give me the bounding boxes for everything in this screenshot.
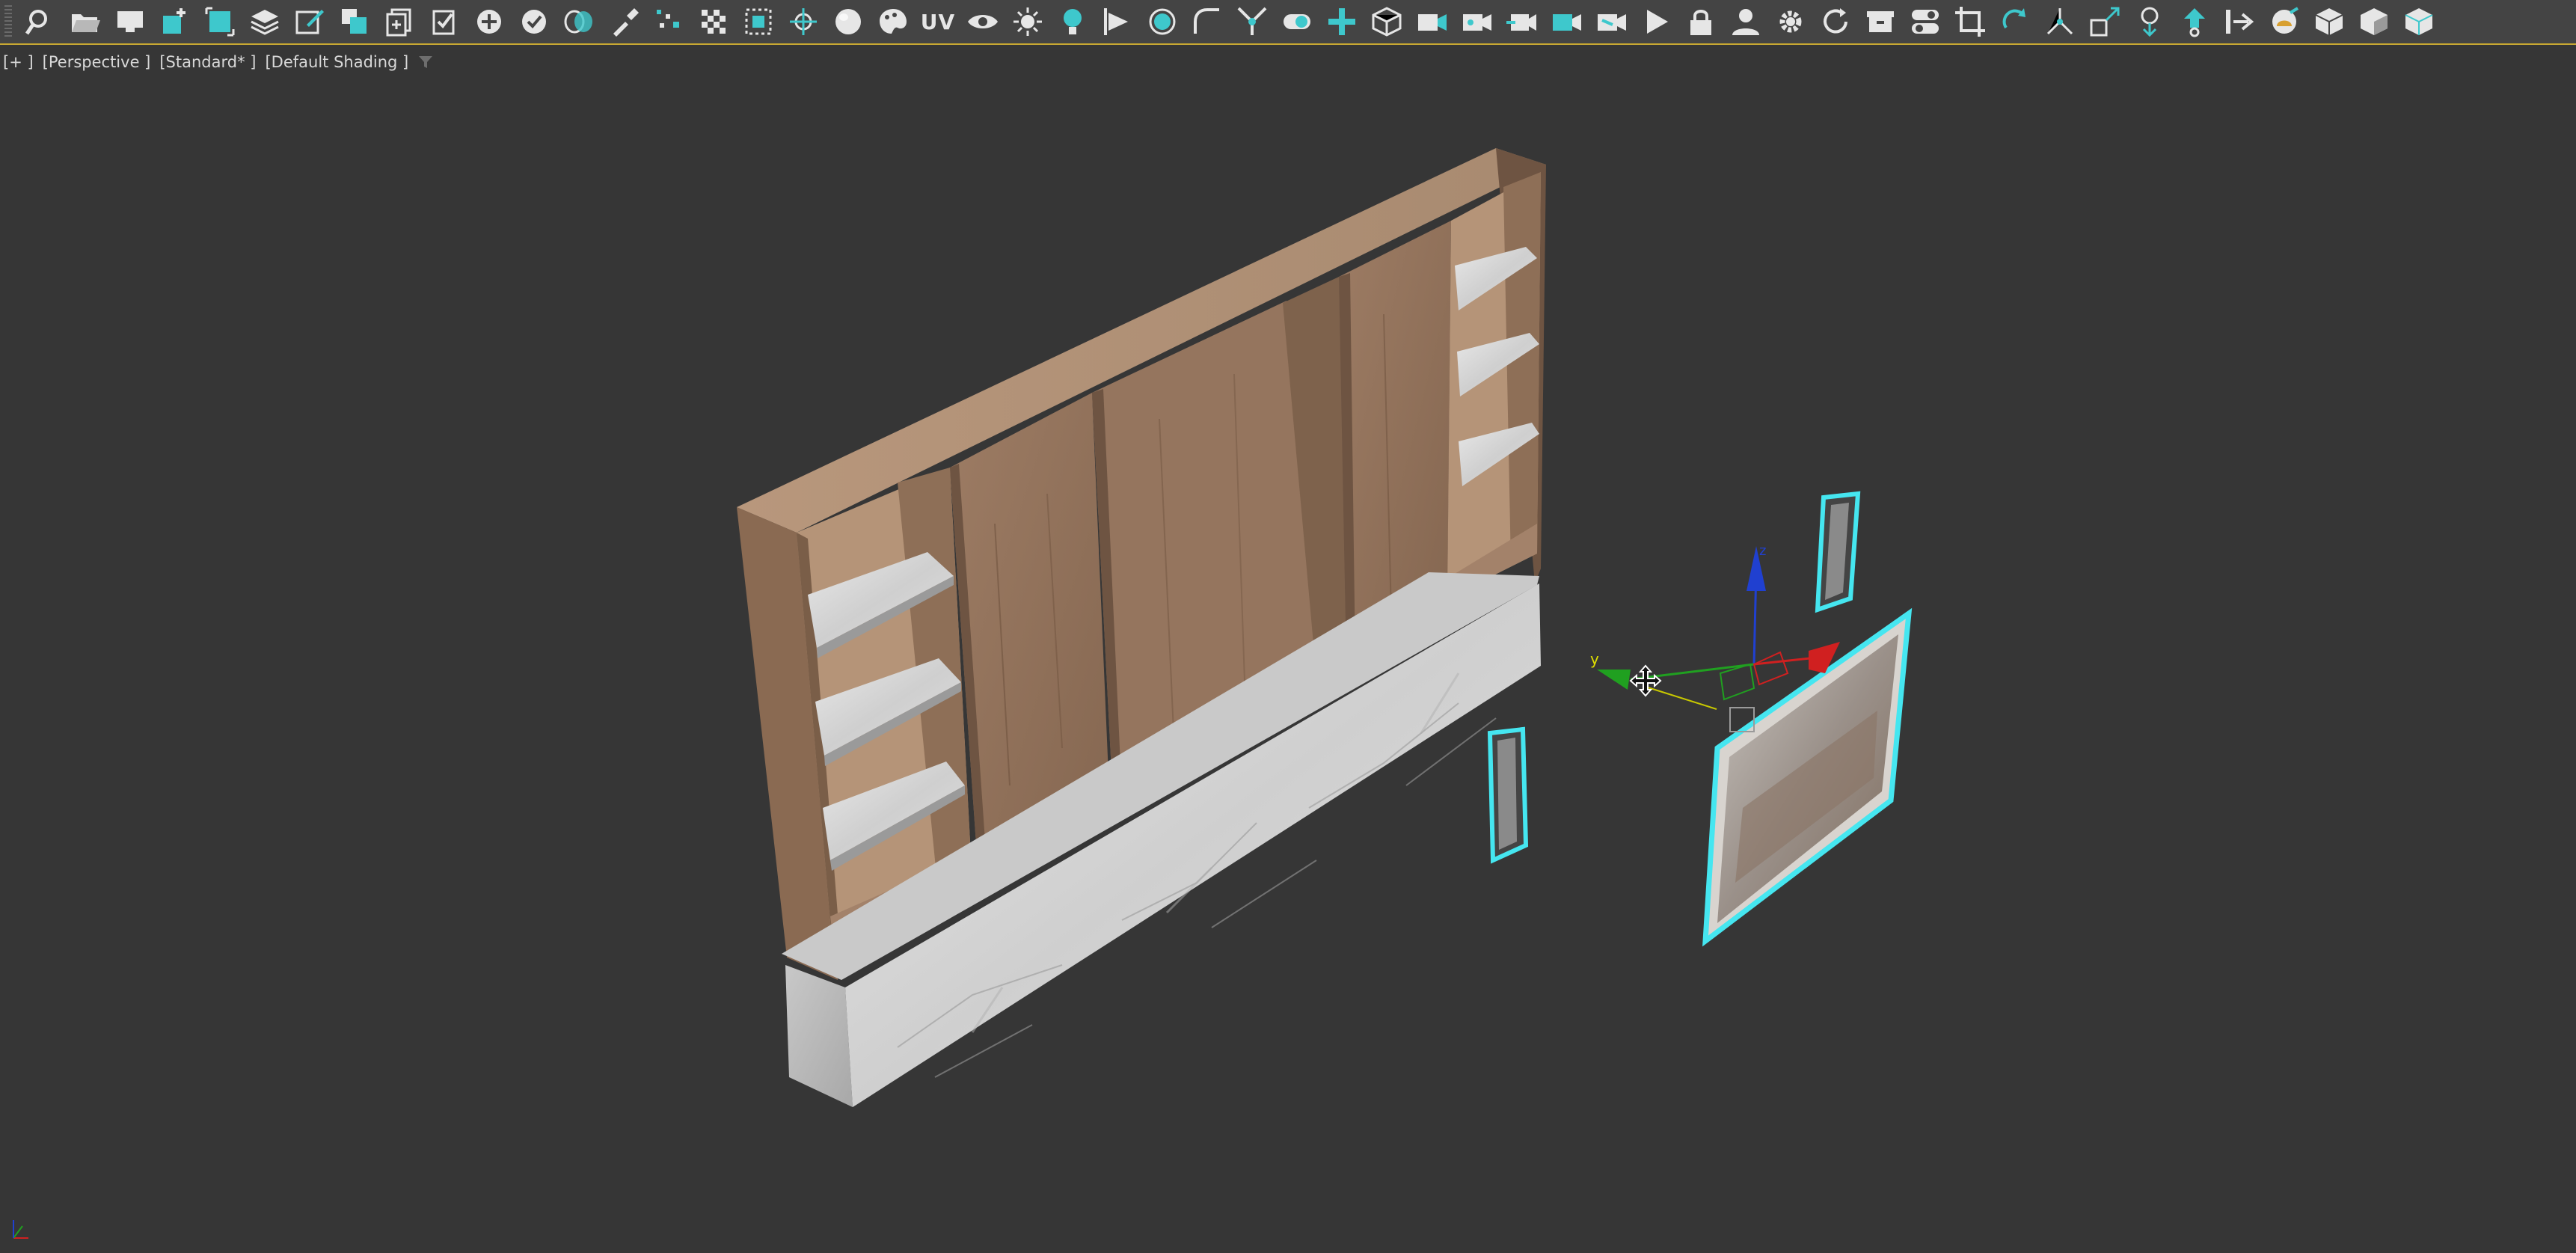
pattern-icon[interactable] (736, 1, 781, 42)
uv-label: UV (920, 9, 956, 34)
scale-icon[interactable] (2082, 1, 2127, 42)
redo-rotate-icon[interactable] (1993, 1, 2037, 42)
export-icon[interactable] (2217, 1, 2262, 42)
crop-icon[interactable] (1948, 1, 1993, 42)
clone-icon[interactable] (332, 1, 377, 42)
open-folder-icon[interactable] (63, 1, 108, 42)
speaker-right[interactable] (1815, 491, 1861, 613)
check-circle-icon[interactable] (512, 1, 556, 42)
copy-icon[interactable] (377, 1, 422, 42)
tv-wall-unit[interactable] (737, 148, 1546, 1107)
gizmo-y-label: y (1590, 650, 1599, 668)
axis-tripod-icon (13, 1220, 28, 1239)
camera-swap-icon[interactable] (1589, 1, 1634, 42)
add-circle-icon[interactable] (467, 1, 512, 42)
right-shelf-niche (1447, 172, 1541, 598)
main-toolbar: UV (0, 0, 2576, 45)
select-region-icon[interactable] (197, 1, 242, 42)
push-up-icon[interactable] (2172, 1, 2217, 42)
scatter-icon[interactable] (646, 1, 691, 42)
blade-icon[interactable] (1230, 1, 1275, 42)
create-object-icon[interactable] (153, 1, 197, 42)
camera-box-icon[interactable] (1544, 1, 1589, 42)
lock-icon[interactable] (1678, 1, 1723, 42)
eyedropper-icon[interactable] (601, 1, 646, 42)
add-plus-icon[interactable] (1319, 1, 1364, 42)
play-icon[interactable] (1634, 1, 1678, 42)
render-teapot-icon[interactable] (2262, 1, 2307, 42)
box-3d-icon[interactable] (1364, 1, 1409, 42)
monitor-icon[interactable] (108, 1, 153, 42)
camera-import-icon[interactable] (1499, 1, 1544, 42)
cube-side-icon[interactable] (2352, 1, 2396, 42)
camera-icon[interactable] (1409, 1, 1454, 42)
switch-icon[interactable] (1903, 1, 1948, 42)
archive-icon[interactable] (1858, 1, 1903, 42)
align-icon[interactable] (1095, 1, 1140, 42)
snap-target-icon[interactable] (781, 1, 826, 42)
rings-icon[interactable] (556, 1, 601, 42)
wall-painting[interactable] (1702, 607, 1913, 947)
gizmo-z-label: z (1759, 543, 1766, 559)
uv-icon[interactable]: UV (916, 1, 960, 42)
3dsmax-window: UV [+ ] [Perspective ] [Standard* ] [Def… (0, 0, 2576, 1253)
cube-stack-icon[interactable] (2396, 1, 2441, 42)
camera-record-icon[interactable] (1454, 1, 1499, 42)
perspective-viewport[interactable]: z y (0, 45, 2576, 1253)
light-bulb-icon[interactable] (1050, 1, 1095, 42)
refresh-icon[interactable] (1813, 1, 1858, 42)
move-cursor-icon (1629, 664, 1662, 697)
user-icon[interactable] (1723, 1, 1768, 42)
sphere-icon[interactable] (826, 1, 871, 42)
layers-icon[interactable] (242, 1, 287, 42)
toolbar-grip[interactable] (4, 5, 12, 38)
sun-icon[interactable] (1005, 1, 1050, 42)
target-circle-icon[interactable] (1140, 1, 1185, 42)
gear-icon[interactable] (1768, 1, 1813, 42)
cube-icon[interactable] (2307, 1, 2352, 42)
checklist-icon[interactable] (422, 1, 467, 42)
paint-palette-icon[interactable] (871, 1, 916, 42)
drop-down-icon[interactable] (2127, 1, 2172, 42)
speaker-left[interactable] (1487, 726, 1529, 864)
eye-icon[interactable] (960, 1, 1005, 42)
checker-icon[interactable] (691, 1, 736, 42)
fillet-icon[interactable] (1185, 1, 1230, 42)
edit-icon[interactable] (287, 1, 332, 42)
toggle-icon[interactable] (1275, 1, 1319, 42)
spin-icon[interactable] (2037, 1, 2082, 42)
search-icon[interactable] (18, 1, 63, 42)
